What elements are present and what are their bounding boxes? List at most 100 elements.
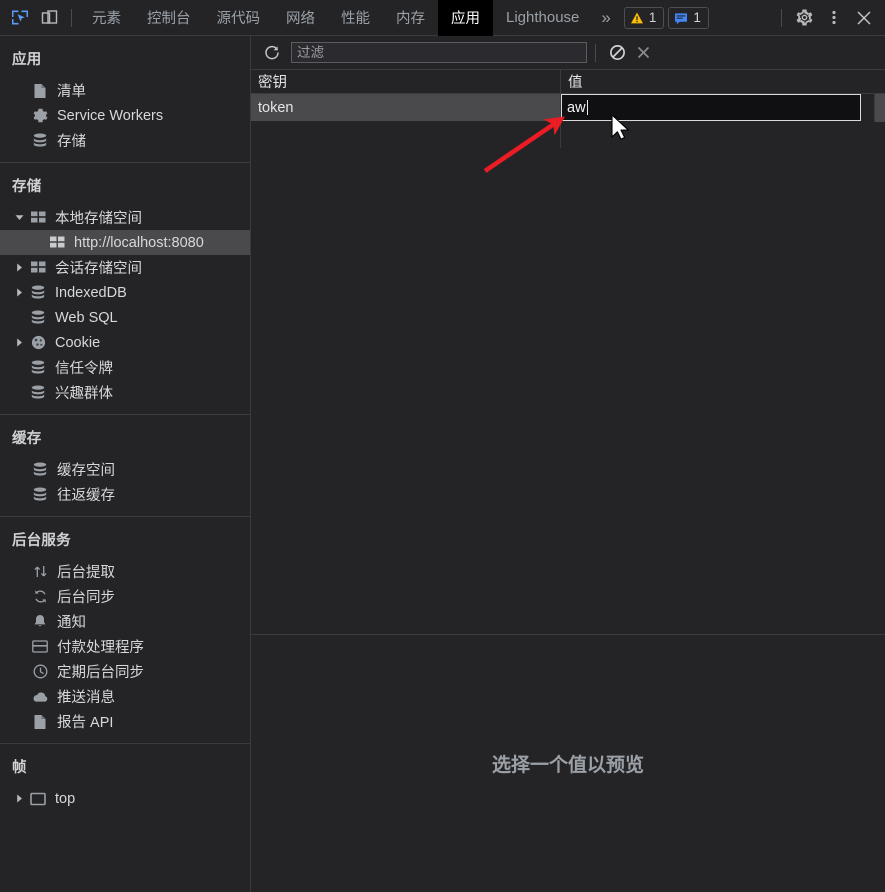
column-header-key[interactable]: 密钥 — [251, 70, 561, 93]
sidebar-item-label: 推送消息 — [57, 690, 115, 706]
storage-main-pane: 密钥 值 token aw — [251, 36, 885, 892]
refresh-icon[interactable] — [259, 40, 285, 66]
chevron-right-icon[interactable] — [12, 336, 26, 350]
sidebar-item-frame-top[interactable]: top — [0, 786, 250, 811]
sidebar-item-background-sync[interactable]: 后台同步 — [0, 584, 250, 609]
sync-refresh-icon — [29, 589, 51, 604]
chevron-right-icon[interactable] — [12, 792, 26, 806]
chevron-down-icon[interactable] — [12, 211, 26, 225]
sidebar-item-session-storage[interactable]: 会话存储空间 — [0, 255, 250, 280]
sidebar-item-label: 清单 — [57, 84, 86, 100]
database-icon — [27, 285, 49, 300]
sidebar-item-indexeddb[interactable]: IndexedDB — [0, 280, 250, 305]
table-row[interactable]: token aw — [251, 94, 885, 121]
sidebar-item-local-storage[interactable]: 本地存储空间 — [0, 205, 250, 230]
tab-lighthouse[interactable]: Lighthouse — [493, 0, 592, 36]
empty-cell-key — [251, 121, 561, 148]
column-header-value[interactable]: 值 — [561, 70, 885, 93]
tab-application[interactable]: 应用 — [438, 0, 493, 36]
sidebar-item-interest-groups[interactable]: 兴趣群体 — [0, 380, 250, 405]
inspect-element-icon[interactable] — [4, 4, 34, 32]
toolbar-divider — [71, 8, 72, 27]
chevron-right-icon[interactable] — [12, 286, 26, 300]
tab-memory[interactable]: 内存 — [383, 0, 438, 36]
sidebar-section-application: 应用 清单 Service Workers 存储 — [0, 36, 250, 163]
sidebar-item-label: 会话存储空间 — [55, 261, 142, 277]
sidebar-item-payment-handler[interactable]: 付款处理程序 — [0, 634, 250, 659]
device-toolbar-icon[interactable] — [34, 4, 64, 32]
sidebar-item-localhost-8080[interactable]: http://localhost:8080 — [0, 230, 250, 255]
document-icon — [29, 714, 51, 730]
sidebar-item-service-workers[interactable]: Service Workers — [0, 103, 250, 128]
table-grid-icon — [27, 211, 49, 224]
table-row-gutter[interactable] — [874, 94, 885, 122]
sidebar-item-label: Web SQL — [55, 309, 118, 326]
tab-network[interactable]: 网络 — [273, 0, 328, 36]
sidebar-item-cache-storage[interactable]: 缓存空间 — [0, 457, 250, 482]
tab-sources[interactable]: 源代码 — [204, 0, 274, 36]
database-icon — [27, 360, 49, 375]
sidebar-item-web-sql[interactable]: Web SQL — [0, 305, 250, 330]
value-edit-text: aw — [567, 99, 586, 116]
table-body: token aw — [251, 94, 885, 634]
table-header-row: 密钥 值 — [251, 70, 885, 94]
sidebar-item-notifications[interactable]: 通知 — [0, 609, 250, 634]
sidebar-section-background-services: 后台服务 后台提取 后台同步 通知 付款处理程序 定期后台同步 推送消息 报告 … — [0, 517, 250, 744]
warning-triangle-icon — [630, 12, 643, 23]
application-sidebar: 应用 清单 Service Workers 存储 存储 本地存储空间 http:… — [0, 36, 251, 892]
sidebar-item-label: 往返缓存 — [57, 488, 115, 504]
tab-elements[interactable]: 元素 — [79, 0, 134, 36]
message-badge[interactable]: 1 — [668, 6, 709, 29]
sidebar-item-trust-tokens[interactable]: 信任令牌 — [0, 355, 250, 380]
chevron-right-icon[interactable] — [12, 261, 26, 275]
sidebar-item-push-messaging[interactable]: 推送消息 — [0, 684, 250, 709]
sidebar-item-label: 缓存空间 — [57, 463, 115, 479]
storage-toolbar — [251, 36, 885, 70]
warning-count: 1 — [648, 10, 657, 25]
sidebar-item-cookie[interactable]: Cookie — [0, 330, 250, 355]
filter-input[interactable] — [297, 45, 581, 60]
sidebar-item-label: 兴趣群体 — [55, 386, 113, 402]
value-edit-field[interactable]: aw — [561, 94, 861, 121]
sidebar-item-back-forward-cache[interactable]: 往返缓存 — [0, 482, 250, 507]
message-count: 1 — [693, 10, 701, 25]
devtools-window: 元素 控制台 源代码 网络 性能 内存 应用 Lighthouse » 1 1 — [0, 0, 885, 892]
tab-performance[interactable]: 性能 — [328, 0, 383, 36]
sidebar-item-reporting-api[interactable]: 报告 API — [0, 709, 250, 734]
cell-key[interactable]: token — [251, 94, 561, 121]
tab-console[interactable]: 控制台 — [134, 0, 204, 36]
filter-input-wrapper[interactable] — [291, 42, 587, 63]
sidebar-section-cache: 缓存 缓存空间 往返缓存 — [0, 415, 250, 517]
warning-badge[interactable]: 1 — [623, 6, 665, 29]
frame-square-icon — [27, 792, 49, 806]
sidebar-item-storage[interactable]: 存储 — [0, 128, 250, 153]
sidebar-item-label: IndexedDB — [55, 284, 127, 301]
sidebar-item-label: top — [55, 790, 76, 807]
gear-icon — [29, 108, 51, 123]
sidebar-item-label: 存储 — [57, 134, 86, 150]
cell-value[interactable]: aw — [561, 94, 885, 121]
sidebar-item-manifest[interactable]: 清单 — [0, 78, 250, 103]
more-tabs-chevron-icon[interactable]: » — [592, 0, 619, 36]
clear-all-icon[interactable] — [604, 40, 630, 66]
arrows-updown-icon — [29, 564, 51, 579]
toolbar-divider-right — [781, 8, 782, 27]
gear-icon[interactable] — [789, 3, 819, 33]
sidebar-section-storage: 存储 本地存储空间 http://localhost:8080 会话存储空间 I… — [0, 163, 250, 415]
storage-table: 密钥 值 token aw — [251, 70, 885, 635]
sidebar-item-label: 本地存储空间 — [55, 211, 142, 227]
bell-icon — [29, 614, 51, 629]
sidebar-item-periodic-background-sync[interactable]: 定期后台同步 — [0, 659, 250, 684]
cloud-icon — [29, 691, 51, 703]
manifest-document-icon — [29, 83, 51, 99]
close-icon[interactable] — [849, 3, 879, 33]
table-empty-row — [251, 121, 885, 148]
delete-selected-icon[interactable] — [630, 40, 656, 66]
sidebar-item-label: 后台提取 — [57, 565, 115, 581]
sidebar-item-label: http://localhost:8080 — [74, 234, 204, 251]
value-preview-pane: 选择一个值以预览 — [251, 635, 885, 892]
more-vertical-icon[interactable] — [819, 3, 849, 33]
sidebar-item-background-fetch[interactable]: 后台提取 — [0, 559, 250, 584]
sidebar-item-label: 信任令牌 — [55, 361, 113, 377]
sidebar-item-label: 后台同步 — [57, 590, 115, 606]
